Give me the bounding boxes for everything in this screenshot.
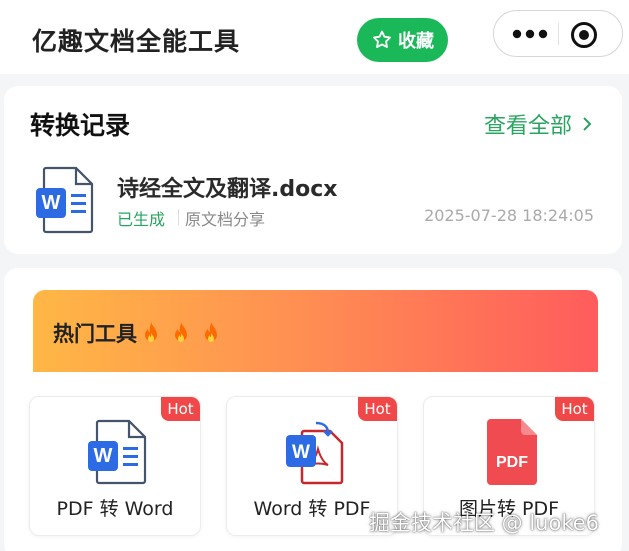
watermark: 掘金技术社区 @ luoke6 [369,511,600,535]
star-icon [373,30,391,48]
svg-text:W: W [94,445,113,467]
tool-pdf-to-word[interactable]: Hot W PDF 转 Word [29,396,201,536]
fire-icon [175,322,187,342]
chevron-right-icon [583,117,592,131]
hot-badge: Hot [555,397,594,421]
hot-tools-banner: 热门工具 [33,290,598,372]
record-status: 已生成 [117,210,166,229]
top-bar: 亿趣文档全能工具 收藏 [0,0,629,74]
hot-badge: Hot [358,397,397,421]
favorite-label: 收藏 [398,31,434,52]
more-icon[interactable] [512,24,548,44]
capsule-divider [558,23,559,45]
svg-text:W: W [42,192,61,214]
record-timestamp: 2025-07-28 18:24:05 [424,206,594,225]
record-separator [178,209,179,225]
app-title: 亿趣文档全能工具 [32,27,241,56]
tool-label: PDF 转 Word [56,498,174,520]
view-all-link[interactable]: 查看全部 [484,108,592,140]
view-all-label: 查看全部 [483,114,572,139]
fire-icon [205,322,217,342]
close-target-icon[interactable] [570,21,598,49]
svg-text:W: W [292,442,310,463]
favorite-button[interactable]: 收藏 [357,18,448,62]
hot-tools-title: 热门工具 [53,322,137,346]
svg-text:PDF: PDF [496,454,528,471]
word-file-icon: W [36,166,94,234]
conversion-records-card: 转换记录 查看全部 W 诗经全文及翻译.docx 已生成 原文档分享 2025-… [4,86,622,254]
fire-icon [145,322,157,342]
pdf-file-icon: PDF [487,419,537,485]
word-to-pdf-icon: W [286,421,344,485]
mini-program-capsule [493,10,623,57]
record-file-name[interactable]: 诗经全文及翻译.docx [117,171,337,203]
word-file-icon: W [88,419,147,485]
hot-badge: Hot [161,397,200,421]
records-title: 转换记录 [30,111,131,140]
record-source: 原文档分享 [185,210,266,229]
